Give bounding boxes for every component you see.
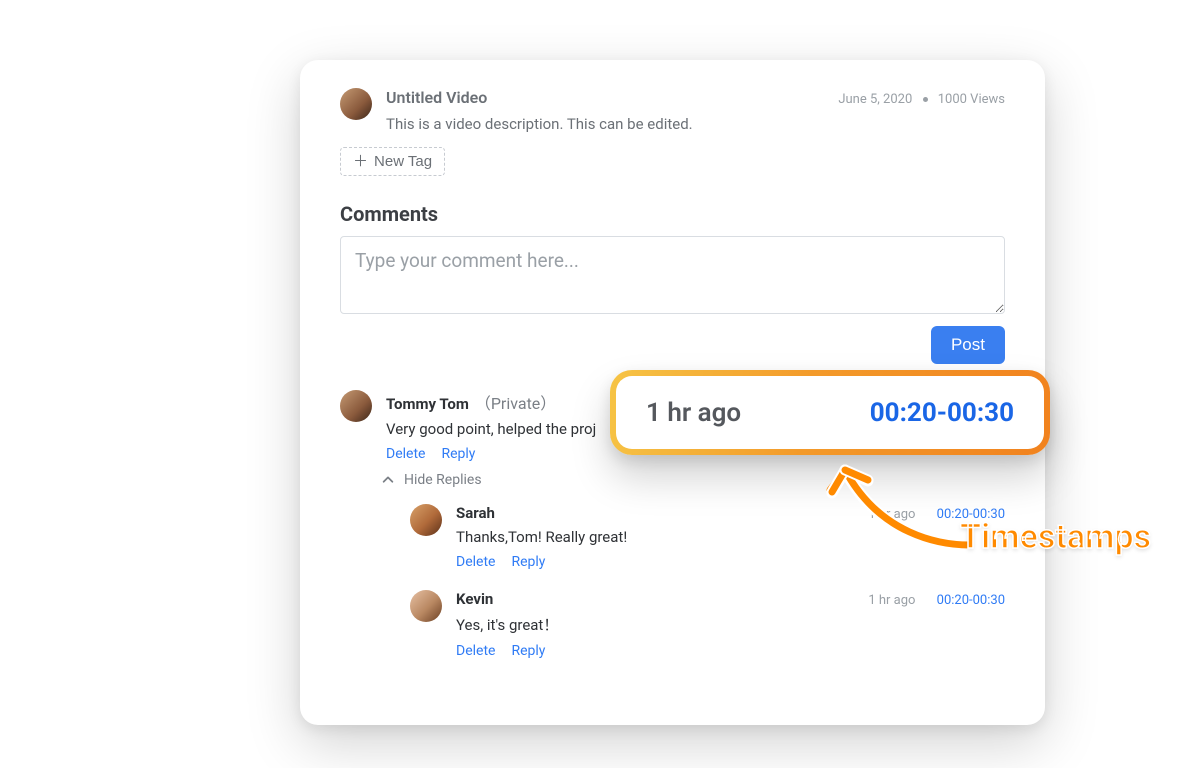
- comment-meta: 1 hr ago 00:20-00:30: [868, 507, 1005, 522]
- meta-separator-icon: [923, 97, 928, 102]
- comment-top-row: Sarah 1 hr ago 00:20-00:30: [456, 504, 1005, 522]
- comment-text: Yes, it's great！: [456, 614, 1005, 635]
- plus-icon: ＋: [353, 154, 368, 169]
- video-title: Untitled Video: [386, 88, 487, 107]
- new-tag-button[interactable]: ＋ New Tag: [340, 147, 445, 176]
- timestamp-callout-inner: 1 hr ago 00:20-00:30: [616, 376, 1044, 449]
- post-button[interactable]: Post: [931, 326, 1005, 364]
- comment-body: Sarah 1 hr ago 00:20-00:30 Thanks,Tom! R…: [456, 504, 1005, 570]
- comment-time: 1 hr ago: [868, 593, 915, 608]
- toggle-replies-label: Hide Replies: [404, 472, 482, 488]
- comment-actions: Delete Reply: [456, 554, 1005, 570]
- comment-actions: Delete Reply: [456, 643, 1005, 659]
- reply-button[interactable]: Reply: [511, 643, 545, 659]
- post-row: Post: [340, 326, 1005, 364]
- commenter-avatar: [340, 390, 372, 422]
- delete-button[interactable]: Delete: [456, 554, 495, 570]
- comment-author: Tommy Tom: [386, 395, 469, 413]
- uploader-avatar: [340, 88, 372, 120]
- comment-input[interactable]: [340, 236, 1005, 314]
- comments-section-title: Comments: [340, 202, 1005, 226]
- commenter-avatar: [410, 590, 442, 622]
- comment-top-row: Kevin 1 hr ago 00:20-00:30: [456, 590, 1005, 608]
- comment-author: Sarah: [456, 504, 495, 522]
- comment-text: Thanks,Tom! Really great!: [456, 528, 1005, 546]
- video-views: 1000 Views: [938, 92, 1005, 107]
- comment-timestamp-link[interactable]: 00:20-00:30: [937, 507, 1005, 522]
- toggle-replies-button[interactable]: Hide Replies: [380, 472, 1005, 488]
- callout-timestamp: 00:20-00:30: [870, 398, 1014, 428]
- comment-privacy: （Private）: [475, 394, 556, 413]
- comment-author-line: Tommy Tom （Private）: [386, 390, 556, 414]
- chevron-up-icon: [380, 472, 396, 488]
- reply-item: Kevin 1 hr ago 00:20-00:30 Yes, it's gre…: [410, 590, 1005, 659]
- comment-time: 1 hr ago: [868, 507, 915, 522]
- delete-button[interactable]: Delete: [456, 643, 495, 659]
- timestamp-callout: 1 hr ago 00:20-00:30: [610, 370, 1050, 455]
- commenter-avatar: [410, 504, 442, 536]
- comment-body: Kevin 1 hr ago 00:20-00:30 Yes, it's gre…: [456, 590, 1005, 659]
- replies-list: Sarah 1 hr ago 00:20-00:30 Thanks,Tom! R…: [410, 504, 1005, 659]
- reply-item: Sarah 1 hr ago 00:20-00:30 Thanks,Tom! R…: [410, 504, 1005, 570]
- video-meta: June 5, 2020 1000 Views: [838, 92, 1005, 107]
- delete-button[interactable]: Delete: [386, 446, 425, 462]
- callout-relative-time: 1 hr ago: [646, 398, 741, 428]
- reply-button[interactable]: Reply: [511, 554, 545, 570]
- comment-author: Kevin: [456, 590, 493, 608]
- video-header: Untitled Video June 5, 2020 1000 Views T…: [340, 88, 1005, 133]
- video-date: June 5, 2020: [838, 92, 912, 107]
- comment-timestamp-link[interactable]: 00:20-00:30: [937, 593, 1005, 608]
- comment-meta: 1 hr ago 00:20-00:30: [868, 593, 1005, 608]
- video-description[interactable]: This is a video description. This can be…: [386, 115, 1005, 133]
- video-header-body: Untitled Video June 5, 2020 1000 Views T…: [386, 88, 1005, 133]
- title-row: Untitled Video June 5, 2020 1000 Views: [386, 88, 1005, 107]
- reply-button[interactable]: Reply: [441, 446, 475, 462]
- new-tag-label: New Tag: [374, 153, 432, 170]
